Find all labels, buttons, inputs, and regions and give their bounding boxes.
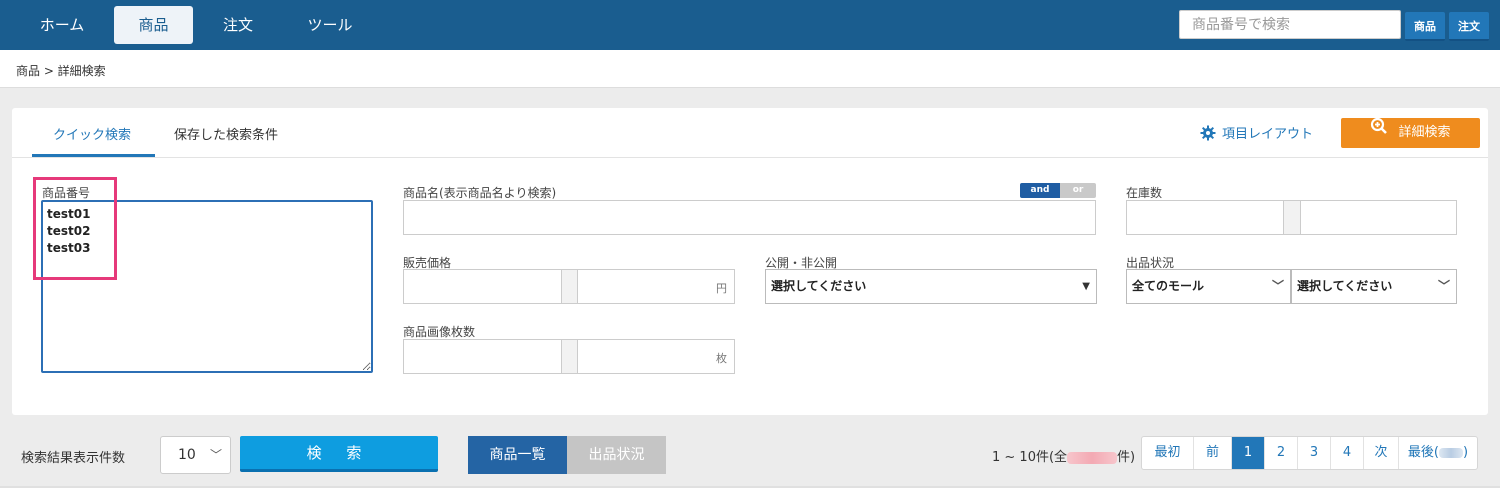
visibility-select[interactable]: 選択してください ▼ bbox=[765, 269, 1097, 304]
search-orders-button[interactable]: 注文 bbox=[1449, 12, 1489, 41]
breadcrumb-bar: 商品 > 詳細検索 bbox=[0, 50, 1500, 88]
visibility-value: 選択してください bbox=[771, 279, 867, 293]
breadcrumb: 商品 > 詳細検索 bbox=[16, 64, 106, 78]
image-count-min-input[interactable] bbox=[403, 339, 562, 374]
listing-status-value: 選択してください bbox=[1297, 279, 1393, 293]
redacted-total bbox=[1067, 451, 1118, 464]
nav-tab-home[interactable]: ホーム bbox=[20, 6, 104, 44]
search-panel: クイック検索 保存した検索条件 項目レイアウト 詳細検索 商品番号 商品名(表示… bbox=[12, 108, 1488, 415]
chevron-down-icon: ﹀ bbox=[209, 448, 222, 462]
pager-last[interactable]: 最後() bbox=[1399, 437, 1477, 469]
result-count: 1 ~ 10件(全 件) bbox=[992, 446, 1135, 465]
chevron-down-icon: ﹀ bbox=[1437, 279, 1450, 293]
search-button[interactable]: 検 索 bbox=[240, 436, 438, 472]
zoom-in-icon bbox=[1370, 117, 1388, 147]
and-option[interactable]: and bbox=[1020, 183, 1060, 198]
tab-quick-search[interactable]: クイック検索 bbox=[53, 124, 131, 143]
stock-max-input[interactable] bbox=[1300, 200, 1457, 235]
stock-range-separator bbox=[1283, 200, 1301, 235]
result-count-suffix: 件) bbox=[1117, 450, 1136, 465]
result-count-prefix: 1 ~ 10件(全 bbox=[992, 450, 1068, 465]
price-min-input[interactable] bbox=[403, 269, 562, 304]
pager-first[interactable]: 最初 bbox=[1142, 437, 1194, 469]
caret-down-icon: ▼ bbox=[1082, 281, 1090, 292]
and-or-toggle[interactable]: and or bbox=[1020, 183, 1096, 198]
quick-search-input[interactable] bbox=[1179, 10, 1401, 39]
gear-icon bbox=[1200, 125, 1216, 145]
image-count-max-input[interactable] bbox=[577, 339, 735, 374]
results-per-page-select[interactable]: 10 ﹀ bbox=[160, 436, 231, 474]
image-count-range-separator bbox=[561, 339, 578, 374]
results-per-page-value: 10 bbox=[178, 447, 196, 463]
pager-last-label: 最後( bbox=[1407, 445, 1439, 460]
pager-next[interactable]: 次 bbox=[1364, 437, 1399, 469]
view-product-list-button[interactable]: 商品一覧 bbox=[468, 436, 567, 474]
search-products-button[interactable]: 商品 bbox=[1405, 12, 1445, 41]
redacted-last-page bbox=[1439, 447, 1463, 458]
image-count-unit: 枚 bbox=[716, 352, 727, 365]
or-option[interactable]: or bbox=[1060, 183, 1096, 198]
pager-page-1[interactable]: 1 bbox=[1232, 437, 1265, 469]
product-number-label: 商品番号 bbox=[42, 186, 91, 200]
top-nav: ホーム 商品 注文 ツール 商品 注文 bbox=[0, 0, 1500, 50]
pager-prev[interactable]: 前 bbox=[1194, 437, 1232, 469]
product-name-label: 商品名(表示商品名より検索) bbox=[403, 186, 557, 200]
pager-last-suffix: ) bbox=[1463, 445, 1469, 460]
stock-label: 在庫数 bbox=[1126, 186, 1163, 200]
price-unit: 円 bbox=[716, 282, 727, 295]
nav-tab-orders[interactable]: 注文 bbox=[203, 6, 273, 44]
detail-search-label: 詳細検索 bbox=[1398, 125, 1451, 140]
nav-tab-tools[interactable]: ツール bbox=[290, 6, 370, 44]
price-range-separator bbox=[561, 269, 578, 304]
results-per-page-label: 検索結果表示件数 bbox=[21, 451, 126, 466]
product-name-input[interactable] bbox=[403, 200, 1096, 235]
item-layout-link[interactable]: 項目レイアウト bbox=[1200, 123, 1313, 145]
nav-tab-products[interactable]: 商品 bbox=[114, 6, 193, 44]
mall-value: 全てのモール bbox=[1132, 279, 1205, 293]
pager-page-2[interactable]: 2 bbox=[1265, 437, 1298, 469]
pager-page-4[interactable]: 4 bbox=[1331, 437, 1364, 469]
stock-min-input[interactable] bbox=[1126, 200, 1284, 235]
listing-status-select[interactable]: 選択してください ﹀ bbox=[1291, 269, 1457, 304]
tab-saved-conditions[interactable]: 保存した検索条件 bbox=[174, 124, 278, 143]
image-count-label: 商品画像枚数 bbox=[403, 325, 476, 339]
tab-divider bbox=[12, 157, 1488, 158]
product-number-textarea[interactable] bbox=[41, 200, 373, 373]
panel-pointer bbox=[320, 302, 340, 313]
pagination: 最初 前 1 2 3 4 次 最後() bbox=[1141, 436, 1478, 470]
mall-select[interactable]: 全てのモール ﹀ bbox=[1126, 269, 1291, 304]
price-max-input[interactable] bbox=[577, 269, 735, 304]
detail-search-button[interactable]: 詳細検索 bbox=[1341, 117, 1480, 148]
item-layout-label: 項目レイアウト bbox=[1222, 127, 1314, 142]
pager-page-3[interactable]: 3 bbox=[1298, 437, 1331, 469]
view-listing-status-button[interactable]: 出品状況 bbox=[567, 436, 666, 474]
chevron-down-icon: ﹀ bbox=[1271, 279, 1284, 293]
